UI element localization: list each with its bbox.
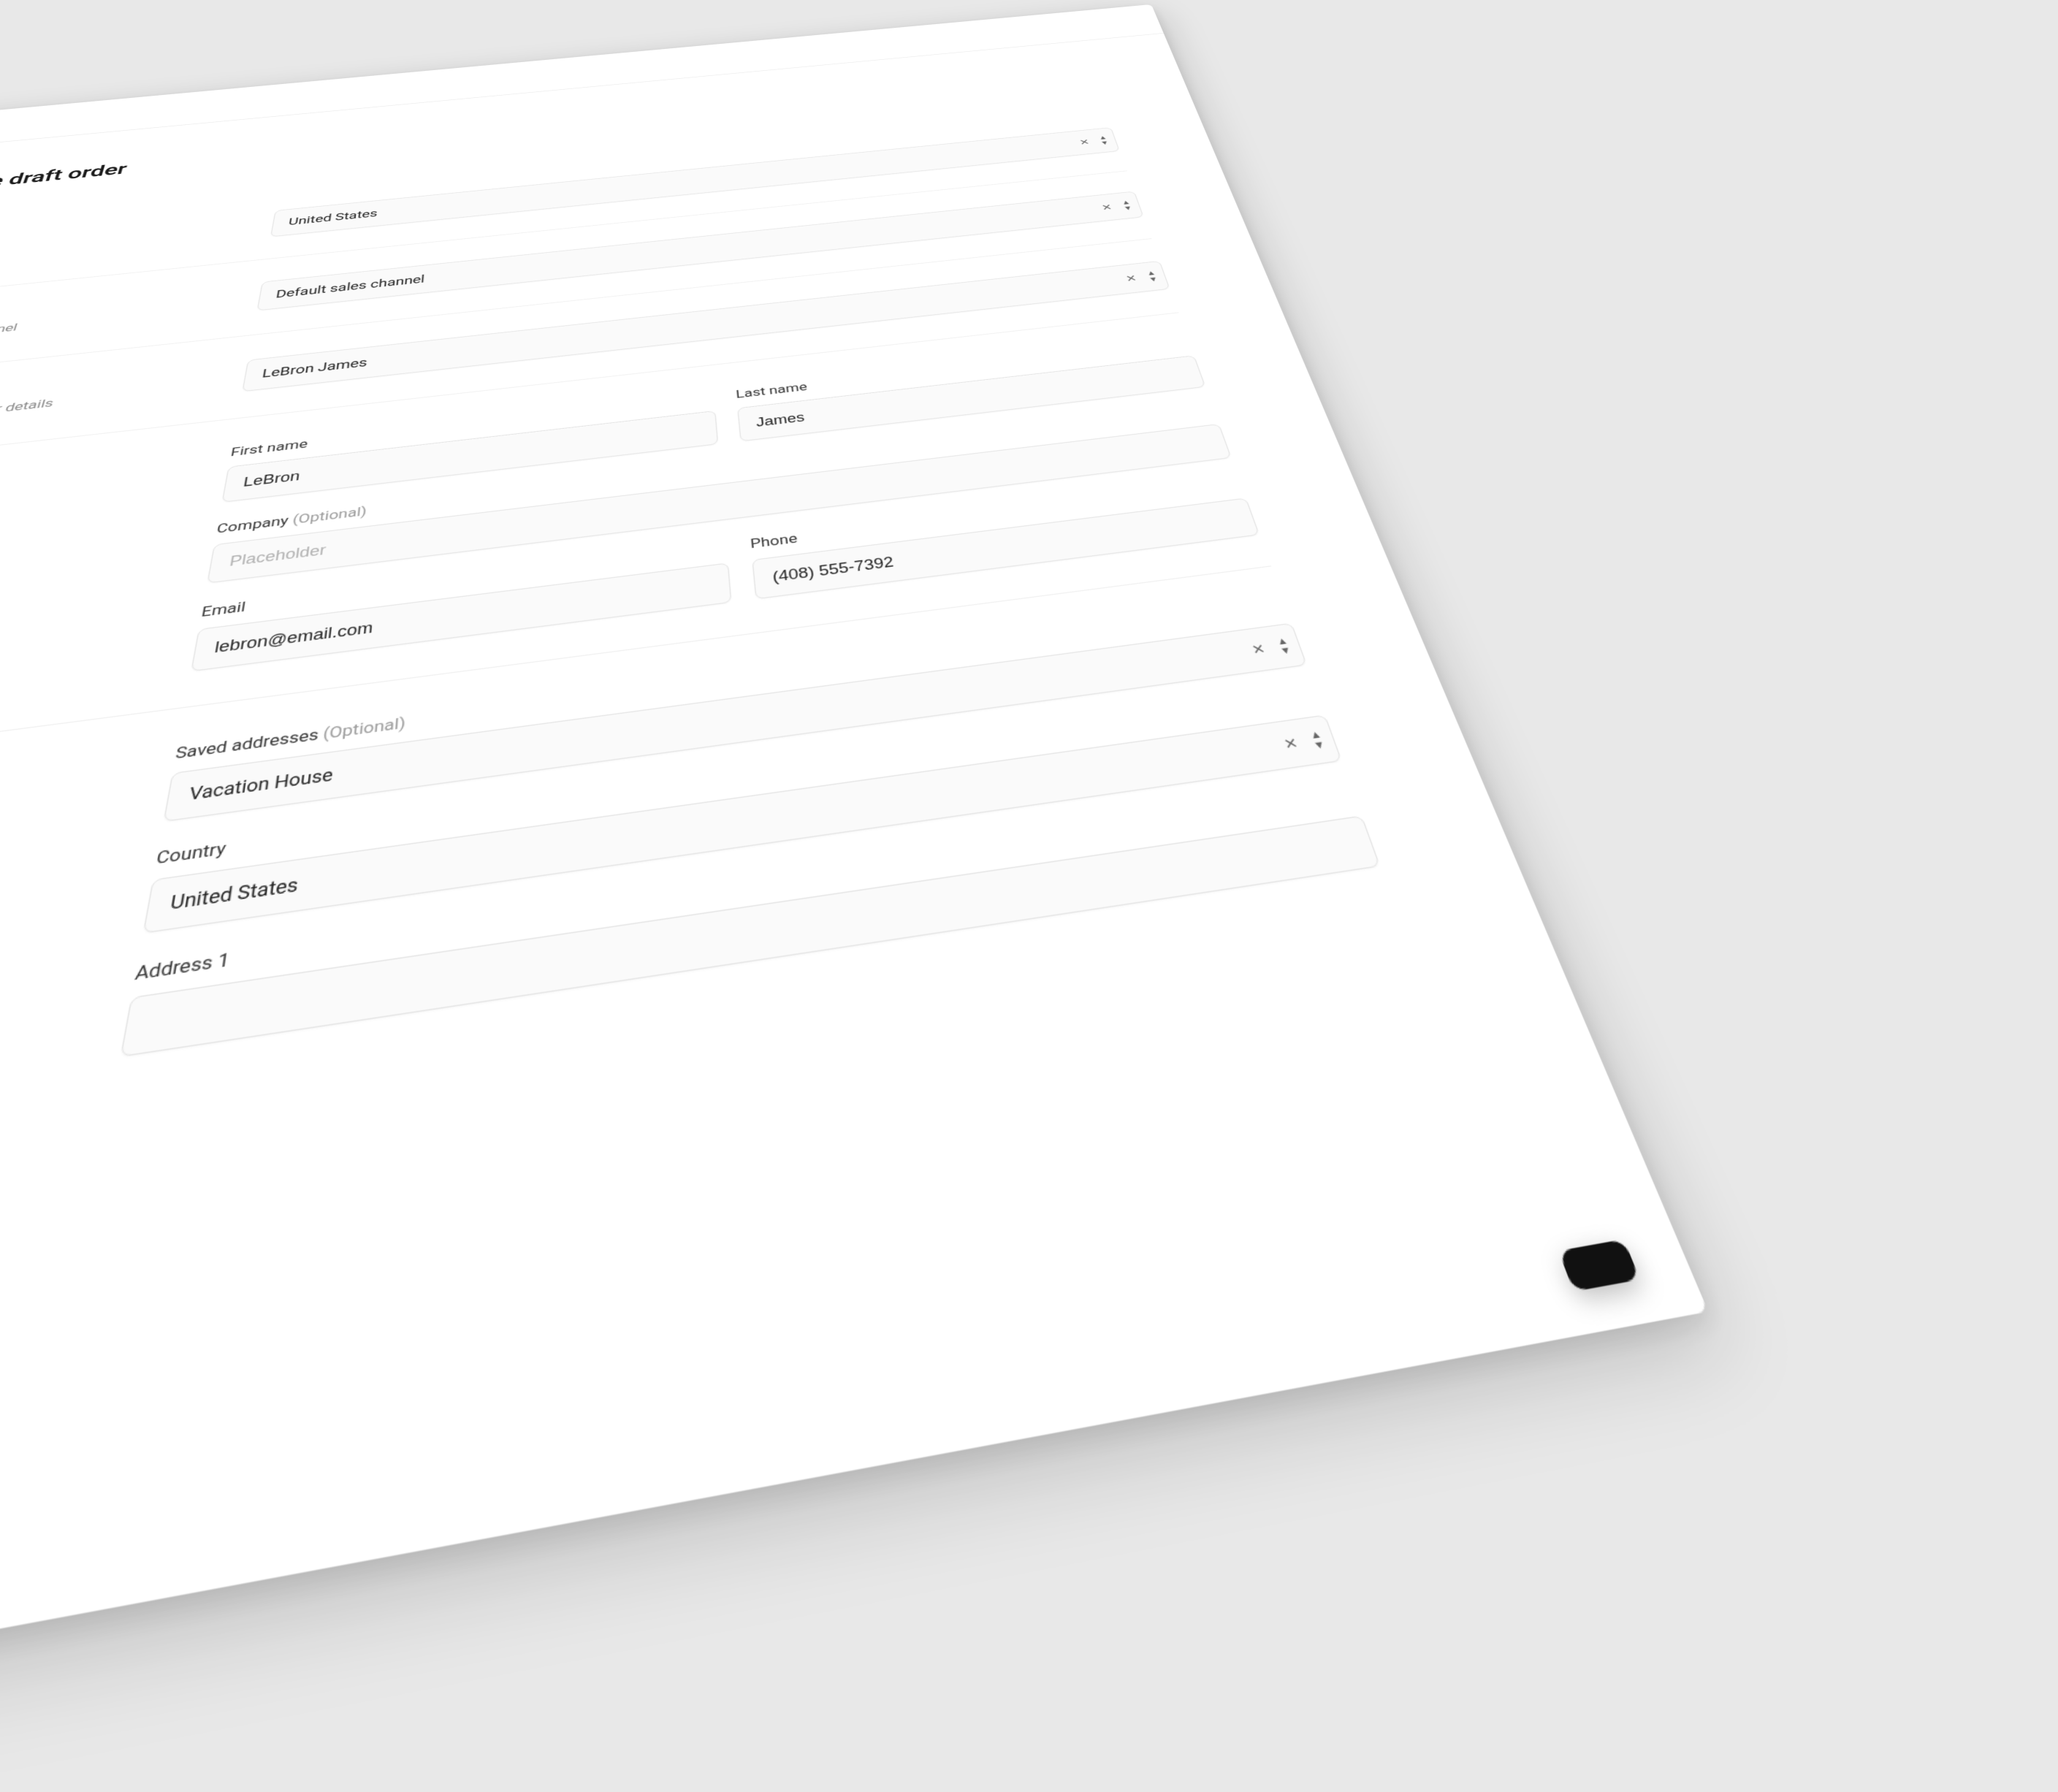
- row-existing-left: Existing customer? Load existing custome…: [0, 365, 197, 434]
- chevron-sort-icon[interactable]: ▲▼: [1121, 199, 1132, 212]
- close-icon[interactable]: ✕: [1100, 203, 1113, 212]
- chevron-sort-icon[interactable]: ▲▼: [1276, 636, 1292, 656]
- saved-addresses-value: Vacation House: [188, 765, 334, 804]
- row-customer-left: Customer details Find existing customer: [0, 452, 178, 528]
- primary-button[interactable]: [1558, 1239, 1640, 1292]
- stage: ‹ esc Create draft order Region Choose r…: [0, 0, 2058, 935]
- close-icon[interactable]: ✕: [1282, 736, 1300, 752]
- chevron-sort-icon[interactable]: ▲▼: [1146, 270, 1158, 283]
- chevron-sort-icon[interactable]: ▲▼: [1098, 134, 1109, 145]
- sales-channel-select-value: Default sales channel: [275, 273, 426, 301]
- shipping-sub: For delivery: [0, 777, 110, 856]
- close-icon[interactable]: ✕: [1250, 642, 1267, 657]
- existing-customer-select-value: LeBron James: [262, 356, 368, 381]
- region-select-value: United States: [288, 207, 378, 227]
- content: Create draft order Region Choose region …: [0, 34, 1617, 1567]
- saved-addresses-optional: (Optional): [322, 714, 406, 744]
- row-sales-left: Sales channel Choose sales channel: [0, 287, 213, 350]
- chevron-sort-icon[interactable]: ▲▼: [1308, 729, 1326, 751]
- company-optional: (Optional): [291, 504, 367, 527]
- country-value: United States: [169, 874, 300, 915]
- close-icon[interactable]: ✕: [1124, 274, 1137, 283]
- row-region-left: Region Choose region: [0, 215, 229, 272]
- modal-sheet: ‹ esc Create draft order Region Choose r…: [0, 4, 1708, 1792]
- row-shipping-left: Shipping address For delivery: [0, 753, 115, 857]
- close-icon[interactable]: ✕: [1078, 138, 1090, 146]
